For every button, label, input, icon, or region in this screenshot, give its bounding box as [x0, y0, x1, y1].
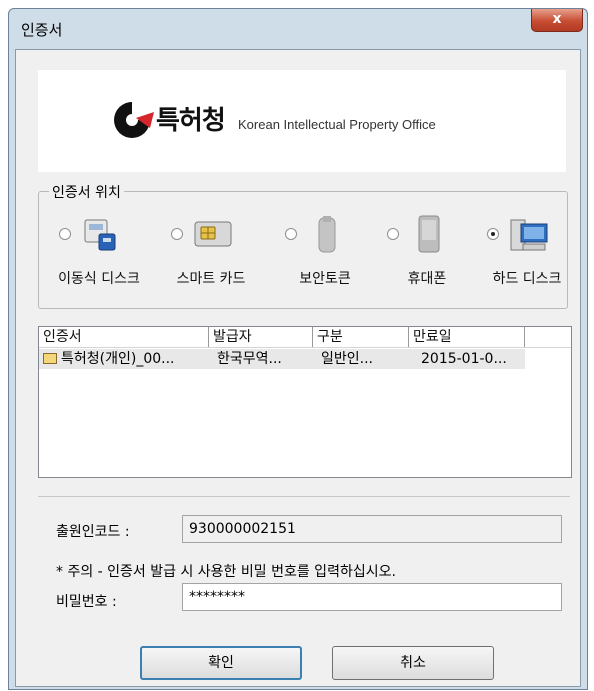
- certificate-list[interactable]: 인증서 발급자 구분 만료일 특허청(개인)_00... 한국무역... 일반인…: [38, 326, 572, 478]
- cert-name-cell: 특허청(개인)_00...: [61, 351, 175, 367]
- mobile-phone-radio[interactable]: [387, 228, 399, 240]
- smart-card-radio[interactable]: [171, 228, 183, 240]
- device-label: 이동식 디스크: [58, 271, 140, 287]
- column-header-issuer[interactable]: 발급자: [209, 327, 313, 347]
- title-bar[interactable]: 인증서 x: [9, 9, 587, 47]
- kipo-banner: 특허청 Korean Intellectual Property Office: [38, 70, 566, 172]
- cancel-button[interactable]: 취소: [332, 646, 494, 680]
- ok-button[interactable]: 확인: [140, 646, 302, 680]
- cert-type-cell: 일반인...: [321, 351, 373, 367]
- usb-disk-icon: [84, 219, 116, 251]
- kipo-logo-icon: [114, 102, 154, 138]
- column-header-certificate[interactable]: 인증서: [39, 327, 209, 347]
- group-legend: 인증서 위치: [49, 182, 124, 202]
- table-row[interactable]: 특허청(개인)_00... 한국무역... 일반인... 2015-01-0..…: [39, 349, 525, 369]
- applicant-code-label: 출원인코드 :: [56, 524, 130, 540]
- device-label: 스마트 카드: [176, 271, 246, 287]
- device-usb-disk[interactable]: 이동식 디스크: [58, 214, 159, 300]
- password-field[interactable]: ********: [182, 583, 562, 611]
- dialog-body: 특허청 Korean Intellectual Property Office …: [15, 49, 581, 687]
- certificate-location-group: 인증서 위치 이동식 디스크 스마트 카드 보안토큰 휴대폰 하드 디스크: [38, 182, 568, 309]
- security-token-radio[interactable]: [285, 228, 297, 240]
- logo-english-text: Korean Intellectual Property Office: [238, 117, 436, 132]
- certificate-icon: [43, 353, 57, 364]
- certificate-dialog: 인증서 x 특허청 Korean Intellectual Property O…: [8, 8, 588, 690]
- list-header: 인증서 발급자 구분 만료일: [39, 327, 571, 348]
- device-label: 하드 디스크: [492, 271, 562, 287]
- smart-card-icon: [194, 221, 232, 247]
- applicant-code-field[interactable]: 930000002151: [182, 515, 562, 543]
- device-smart-card[interactable]: 스마트 카드: [171, 214, 271, 300]
- device-hard-disk[interactable]: 하드 디스크: [487, 214, 587, 300]
- password-notice: * 주의 - 인증서 발급 시 사용한 비밀 번호를 입력하십시오.: [56, 564, 396, 580]
- cert-expiry-cell: 2015-01-0...: [421, 351, 507, 367]
- cert-issuer-cell: 한국무역...: [217, 351, 282, 367]
- usb-disk-radio[interactable]: [59, 228, 71, 240]
- column-header-type[interactable]: 구분: [313, 327, 409, 347]
- close-button[interactable]: x: [531, 9, 583, 32]
- hard-disk-radio[interactable]: [487, 228, 499, 240]
- security-token-icon: [318, 216, 336, 253]
- column-header-expiry[interactable]: 만료일: [409, 327, 525, 347]
- password-label: 비밀번호 :: [56, 594, 117, 610]
- window-title: 인증서: [21, 21, 63, 39]
- logo-text: 특허청: [156, 106, 226, 136]
- hard-disk-icon: [510, 219, 548, 251]
- mobile-phone-icon: [418, 215, 440, 253]
- login-form: 출원인코드 : 930000002151 * 주의 - 인증서 발급 시 사용한…: [38, 496, 570, 623]
